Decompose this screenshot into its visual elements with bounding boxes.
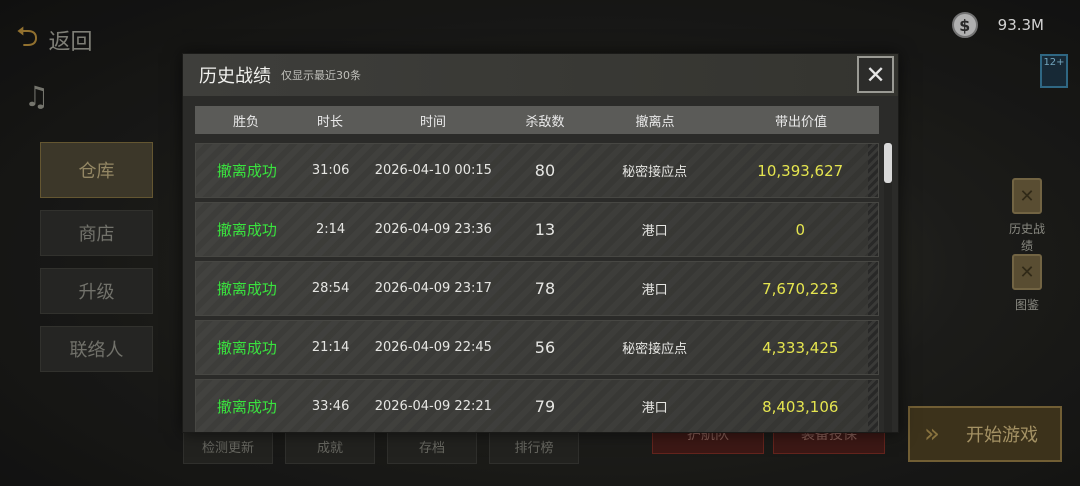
duration-cell: 28:54 (311, 281, 350, 296)
modal-subtitle: 仅显示最近30条 (281, 69, 361, 82)
time-cell: 2026-04-09 22:21 (374, 399, 492, 414)
value-cell: 7,670,223 (762, 279, 839, 298)
table-row[interactable]: 撤离成功 2:14 2026-04-09 23:36 13 港口 0 (195, 202, 879, 257)
modal-header: 历史战绩 仅显示最近30条 (183, 54, 898, 96)
value-cell: 4,333,425 (762, 338, 839, 357)
duration-cell: 2:14 (316, 222, 346, 237)
scrollbar[interactable] (884, 143, 892, 432)
time-cell: 2026-04-09 23:17 (374, 281, 492, 296)
history-list[interactable]: 撤离成功 31:06 2026-04-10 00:15 80 秘密接应点 10,… (195, 143, 879, 432)
column-header-kills: 杀敌数 (525, 114, 565, 130)
extract-cell: 港口 (641, 401, 668, 416)
value-cell: 8,403,106 (762, 397, 839, 416)
history-modal: 历史战绩 仅显示最近30条 ✕ 胜负 时长 时间 杀敌数 撤离点 带出价值 撤离… (182, 53, 899, 433)
kills-cell: 79 (534, 397, 556, 416)
column-header-duration: 时长 (316, 114, 343, 130)
time-cell: 2026-04-10 00:15 (374, 163, 492, 178)
result-cell: 撤离成功 (216, 162, 277, 180)
extract-cell: 港口 (641, 224, 668, 239)
close-icon: ✕ (865, 60, 886, 89)
value-cell: 10,393,627 (757, 161, 844, 180)
time-cell: 2026-04-09 22:45 (374, 340, 492, 355)
table-row[interactable]: 撤离成功 28:54 2026-04-09 23:17 78 港口 7,670,… (195, 261, 879, 316)
kills-cell: 56 (534, 338, 556, 357)
time-cell: 2026-04-09 23:36 (374, 222, 492, 237)
kills-cell: 13 (534, 220, 556, 239)
extract-cell: 秘密接应点 (622, 342, 688, 357)
column-header-result: 胜负 (232, 114, 259, 130)
value-cell: 0 (795, 220, 806, 239)
table-row[interactable]: 撤离成功 33:46 2026-04-09 22:21 79 港口 8,403,… (195, 379, 879, 432)
modal-title: 历史战绩 (199, 66, 271, 87)
close-button[interactable]: ✕ (857, 56, 894, 93)
column-header-extract: 撤离点 (635, 114, 675, 130)
scrollbar-thumb[interactable] (884, 143, 892, 183)
result-cell: 撤离成功 (216, 339, 277, 357)
kills-cell: 80 (534, 161, 556, 180)
column-header-time: 时间 (419, 114, 446, 130)
duration-cell: 31:06 (311, 163, 350, 178)
result-cell: 撤离成功 (216, 280, 277, 298)
extract-cell: 秘密接应点 (622, 165, 688, 180)
column-header-value: 带出价值 (774, 114, 827, 130)
extract-cell: 港口 (641, 283, 668, 298)
result-cell: 撤离成功 (216, 221, 277, 239)
duration-cell: 33:46 (311, 399, 350, 414)
kills-cell: 78 (534, 279, 556, 298)
result-cell: 撤离成功 (216, 398, 277, 416)
table-header: 胜负 时长 时间 杀敌数 撤离点 带出价值 (195, 106, 879, 134)
table-row[interactable]: 撤离成功 21:14 2026-04-09 22:45 56 秘密接应点 4,3… (195, 320, 879, 375)
table-row[interactable]: 撤离成功 31:06 2026-04-10 00:15 80 秘密接应点 10,… (195, 143, 879, 198)
duration-cell: 21:14 (311, 340, 350, 355)
